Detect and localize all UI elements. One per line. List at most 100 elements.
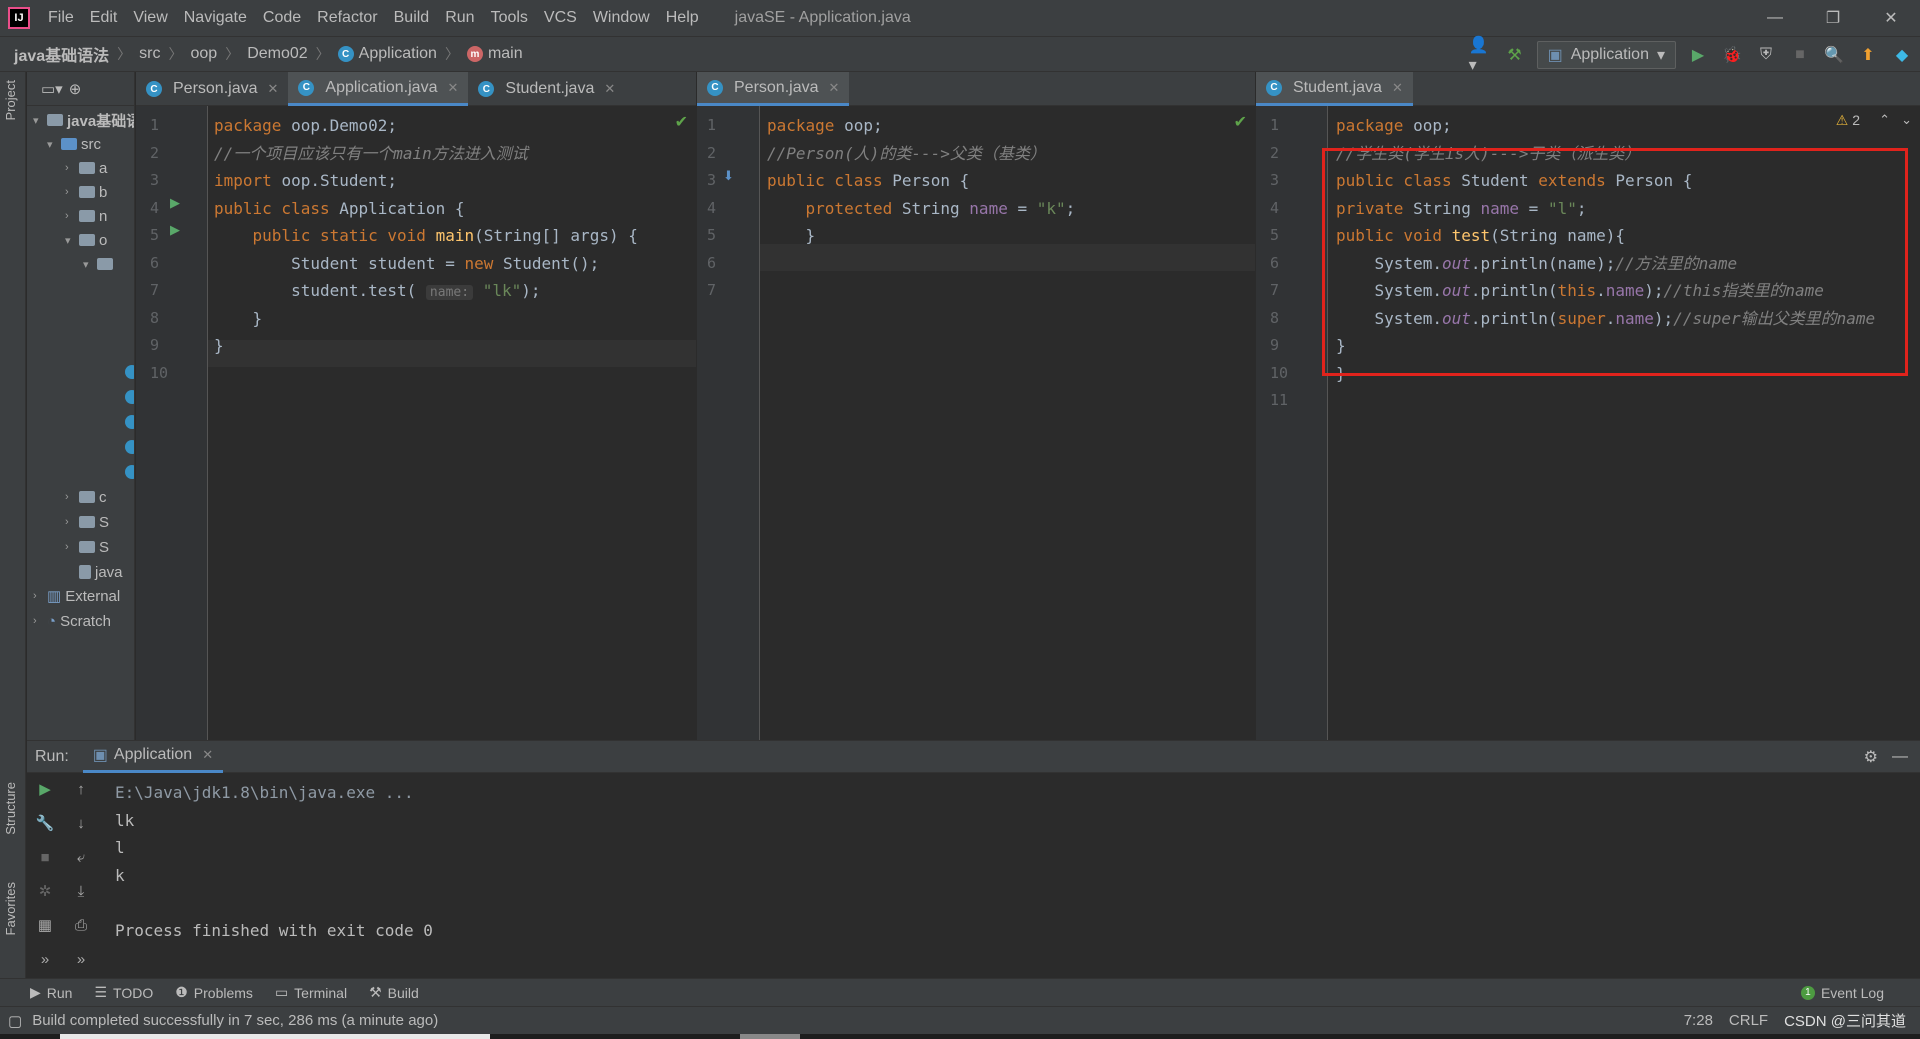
intellij-logo-icon[interactable]: IJ (8, 7, 30, 29)
menu-file[interactable]: File (40, 9, 82, 27)
layout-icon[interactable]: ▦ (33, 913, 57, 937)
tree-scratches[interactable]: › ◔ Scratch (33, 609, 111, 633)
tree-item[interactable]: java (79, 560, 123, 584)
console-output[interactable]: E:\Java\jdk1.8\bin\java.exe ... lk l k Proce… (115, 779, 433, 944)
tree-class[interactable] (125, 460, 134, 484)
tree-root[interactable]: ▾java基础语法 (33, 108, 134, 132)
code-line[interactable]: Student student = new Student(); (214, 250, 599, 277)
warning-icon[interactable]: ⚠ 2 (1836, 112, 1860, 129)
debug-icon[interactable]: 🐞 (1720, 43, 1744, 67)
print-icon[interactable]: ⎙ (69, 913, 93, 937)
tree-item[interactable]: ▾ o (65, 228, 107, 252)
close-window-button[interactable]: ✕ (1862, 0, 1920, 36)
arrow-down-icon[interactable]: ↓ (69, 811, 93, 835)
coverage-icon[interactable]: ⛨ (1754, 43, 1778, 67)
scroll-to-end-icon[interactable]: ⤓ (69, 879, 93, 903)
code-line[interactable]: } (767, 222, 816, 249)
code-line[interactable]: } (214, 305, 263, 332)
menu-vcs[interactable]: VCS (536, 9, 585, 27)
chevron-up-icon[interactable]: ⌃ (1879, 112, 1890, 128)
code-line[interactable]: public class Application { (214, 195, 464, 222)
tree-class[interactable] (125, 410, 134, 434)
breadcrumb-oop[interactable]: oop (190, 45, 217, 63)
soft-wrap-icon[interactable]: ⤶ (69, 845, 93, 869)
breadcrumb-demo02[interactable]: Demo02 (247, 45, 307, 63)
overridden-gutter-icon[interactable]: ⬇ (723, 168, 734, 184)
structure-tool-tab[interactable]: Structure (3, 782, 18, 835)
bottom-tab-problems[interactable]: ❶ Problems (175, 984, 253, 1001)
tree-external-libraries[interactable]: › ▥ External (33, 584, 120, 608)
wrench-icon[interactable]: 🔧 (33, 811, 57, 835)
close-icon[interactable]: ✕ (202, 747, 213, 763)
menu-refactor[interactable]: Refactor (309, 9, 385, 27)
gear-icon[interactable]: ⚙ (1864, 747, 1878, 767)
rerun-icon[interactable]: ▶ (33, 777, 57, 801)
restore-button[interactable]: ❐ (1804, 0, 1862, 36)
bottom-tab-terminal[interactable]: ▭ Terminal (275, 984, 347, 1001)
tree-class[interactable] (125, 385, 134, 409)
stop-icon[interactable]: ■ (33, 845, 57, 869)
menu-window[interactable]: Window (585, 9, 658, 27)
minimize-button[interactable]: — (1746, 0, 1804, 36)
menu-build[interactable]: Build (386, 9, 438, 27)
jetbrains-icon[interactable]: ◆ (1890, 43, 1914, 67)
status-layout-icon[interactable]: ▢ (8, 1012, 22, 1030)
tree-class[interactable] (125, 435, 134, 459)
project-tool-tab[interactable]: Project (3, 80, 18, 120)
caret-position[interactable]: 7:28 (1684, 1012, 1713, 1029)
editor-application[interactable]: C Person.java ✕ C Application.java ✕ C Studen… (136, 72, 696, 740)
menu-code[interactable]: Code (255, 9, 309, 27)
expand-icon[interactable]: » (69, 947, 93, 971)
menu-tools[interactable]: Tools (483, 9, 536, 27)
menu-help[interactable]: Help (658, 9, 707, 27)
run-gutter-icon[interactable]: ▶ (170, 222, 180, 238)
tab-application-java[interactable]: C Application.java ✕ (288, 72, 469, 106)
expand-icon[interactable]: » (33, 947, 57, 971)
breadcrumb-application[interactable]: C Application (337, 45, 437, 63)
locate-icon[interactable]: ⊕ (69, 80, 82, 98)
editor-person[interactable]: C Person.java ✕ ✔ ⬇ 1 2 3 4 5 6 7 package oop; //P… (697, 72, 1255, 740)
code-line[interactable]: //一个项目应该只有一个main方法进入测试 (214, 140, 528, 167)
menu-run[interactable]: Run (437, 9, 482, 27)
code-line[interactable]: public static void main(String[] args) { (214, 222, 638, 249)
run-configuration-select[interactable]: ▣ Application ▾ (1536, 41, 1676, 69)
code-line[interactable]: //Person(人)的类--->父类（基类） (767, 140, 1046, 167)
tab-student-java[interactable]: C Student.java ✕ (468, 72, 625, 106)
run-tab-application[interactable]: ▣ Application ✕ (82, 741, 224, 773)
bottom-tab-todo[interactable]: ☰ TODO (94, 984, 153, 1001)
bottom-tab-build[interactable]: ⚒ Build (369, 984, 419, 1001)
arrow-up-icon[interactable]: ↑ (69, 777, 93, 801)
tree-item[interactable]: › a (65, 156, 107, 180)
run-gutter-icon[interactable]: ▶ (170, 195, 180, 211)
tab-person-java[interactable]: C Person.java ✕ (697, 72, 850, 106)
debug-icon[interactable]: ✲ (33, 879, 57, 903)
run-icon[interactable]: ▶ (1686, 43, 1710, 67)
chevron-down-icon[interactable]: ⌄ (1901, 112, 1912, 128)
bottom-tab-run[interactable]: ▶ Run (30, 984, 72, 1001)
tree-item[interactable]: › S (65, 535, 109, 559)
tree-item[interactable]: › n (65, 204, 107, 228)
tree-src[interactable]: ▾ src (47, 132, 101, 156)
breadcrumb-src[interactable]: src (139, 45, 160, 63)
breadcrumb-project[interactable]: java基础语法 (14, 42, 109, 66)
update-icon[interactable]: ⬆ (1856, 43, 1880, 67)
tree-item[interactable]: › c (65, 485, 107, 509)
breadcrumb-main[interactable]: m main (466, 45, 523, 63)
code-line[interactable]: } (214, 332, 224, 359)
code-line[interactable]: package oop.Demo02; (214, 112, 397, 139)
line-separator[interactable]: CRLF (1729, 1012, 1768, 1029)
code-line[interactable]: public class Person { (767, 167, 969, 194)
code-line[interactable]: protected String name = "k"; (767, 195, 1076, 222)
stop-icon[interactable]: ■ (1788, 43, 1812, 67)
tree-class[interactable] (125, 360, 134, 384)
code-line[interactable]: student.test( name: "lk"); (214, 277, 541, 304)
tree-item[interactable]: › b (65, 180, 107, 204)
tree-item[interactable]: › S (65, 510, 109, 534)
menu-navigate[interactable]: Navigate (176, 9, 255, 27)
tab-person-java[interactable]: C Person.java ✕ (136, 72, 288, 106)
user-icon[interactable]: 👤▾ (1469, 37, 1493, 74)
search-icon[interactable]: 🔍 (1822, 43, 1846, 67)
favorites-tool-tab[interactable]: Favorites (3, 882, 18, 935)
event-log-button[interactable]: 1 Event Log (1800, 985, 1884, 1001)
hammer-icon[interactable]: ⚒ (1503, 43, 1527, 67)
